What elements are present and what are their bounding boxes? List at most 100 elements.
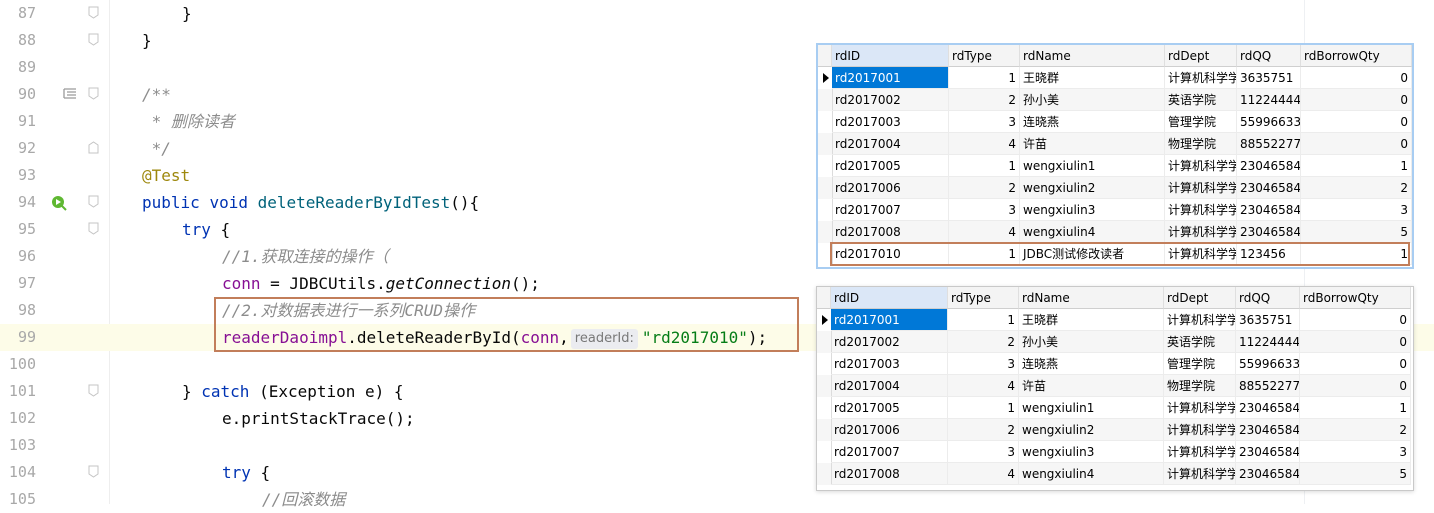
fold-marker-icon[interactable] — [88, 384, 99, 397]
table-cell[interactable]: 3 — [949, 199, 1020, 221]
table-cell[interactable]: 3 — [1301, 199, 1412, 221]
table-cell[interactable]: rd2017001 — [831, 309, 948, 331]
table-cell[interactable]: 230465843 — [1236, 463, 1300, 485]
row-indicator[interactable] — [818, 111, 833, 133]
column-header[interactable]: rdDept — [1165, 45, 1237, 67]
table-cell[interactable]: 0 — [1300, 375, 1411, 397]
table-cell[interactable]: 4 — [949, 221, 1020, 243]
table-cell[interactable]: 连晓燕 — [1019, 353, 1164, 375]
table-cell[interactable]: 管理学院 — [1164, 353, 1236, 375]
column-header[interactable]: rdDept — [1164, 287, 1236, 309]
table-cell[interactable]: rd2017006 — [832, 177, 949, 199]
fold-marker-icon[interactable] — [88, 222, 99, 235]
table-row[interactable]: rd2017003 3 连晓燕 管理学院 55996633 0 — [817, 353, 1411, 375]
table-row[interactable]: rd20170062wengxiulin2计算机科学学2304658432 — [818, 177, 1412, 199]
table-cell[interactable]: 许苗 — [1019, 375, 1164, 397]
table-cell[interactable]: 王晓群 — [1020, 67, 1165, 89]
table-cell[interactable]: 230465843 — [1237, 199, 1301, 221]
row-indicator[interactable] — [817, 419, 832, 441]
table-row[interactable]: rd20170084wengxiulin4计算机科学学2304658435 — [817, 463, 1411, 485]
table-row[interactable]: rd20170073wengxiulin3计算机科学学2304658433 — [818, 199, 1412, 221]
table-row[interactable]: rd20170051wengxiulin1计算机科学学2304658431 — [817, 397, 1411, 419]
table-cell[interactable]: wengxiulin1 — [1019, 397, 1164, 419]
run-test-icon[interactable] — [50, 194, 68, 212]
table-cell[interactable]: wengxiulin4 — [1019, 463, 1164, 485]
row-indicator[interactable] — [818, 199, 833, 221]
fold-marker-icon[interactable] — [88, 6, 99, 19]
table-cell[interactable]: 5 — [1300, 463, 1411, 485]
row-indicator[interactable] — [818, 155, 833, 177]
table-row[interactable]: rd2017001 1 王晓群 计算机科学学 3635751 0 — [818, 67, 1412, 89]
table-cell[interactable]: 230465843 — [1237, 155, 1301, 177]
table-row[interactable]: rd2017002 2 孙小美 英语学院 11224444 0 — [817, 331, 1411, 353]
table-cell[interactable]: 1 — [1301, 155, 1412, 177]
column-header[interactable]: rdBorrowQty — [1300, 287, 1411, 309]
table-cell[interactable]: 0 — [1300, 309, 1411, 331]
column-header[interactable]: rdName — [1019, 287, 1164, 309]
fold-marker-icon[interactable] — [88, 33, 99, 46]
table-cell[interactable]: 55996633 — [1236, 353, 1300, 375]
table-cell[interactable]: 11224444 — [1237, 89, 1301, 111]
row-indicator[interactable] — [817, 309, 832, 331]
table-cell[interactable]: 3635751 — [1237, 67, 1301, 89]
column-header[interactable]: rdQQ — [1236, 287, 1300, 309]
table-cell[interactable]: 2 — [948, 419, 1019, 441]
column-header[interactable]: rdType — [948, 287, 1019, 309]
table-row[interactable]: rd20170051wengxiulin1计算机科学学2304658431 — [818, 155, 1412, 177]
table-cell[interactable]: 2 — [1300, 419, 1411, 441]
table-cell[interactable]: rd2017003 — [832, 111, 949, 133]
table-cell[interactable]: 88552277 — [1237, 133, 1301, 155]
column-header[interactable]: rdBorrowQty — [1301, 45, 1412, 67]
table-cell[interactable]: 2 — [949, 177, 1020, 199]
table-cell[interactable]: 3 — [949, 111, 1020, 133]
table-cell[interactable]: rd2017004 — [832, 133, 949, 155]
table-cell[interactable]: 孙小美 — [1020, 89, 1165, 111]
table-cell[interactable]: 3 — [1300, 441, 1411, 463]
fold-marker-icon[interactable] — [88, 465, 99, 478]
table-cell[interactable]: wengxiulin3 — [1020, 199, 1165, 221]
table-cell[interactable]: 物理学院 — [1165, 133, 1237, 155]
table-cell[interactable]: rd2017005 — [832, 155, 949, 177]
table-cell[interactable]: 连晓燕 — [1020, 111, 1165, 133]
table-cell[interactable]: 1 — [949, 67, 1020, 89]
table-cell[interactable]: 计算机科学学 — [1165, 155, 1237, 177]
column-header[interactable]: rdQQ — [1237, 45, 1301, 67]
table-cell[interactable]: rd2017005 — [831, 397, 948, 419]
table-cell[interactable]: 3635751 — [1236, 309, 1300, 331]
row-indicator[interactable] — [817, 375, 832, 397]
row-indicator[interactable] — [817, 353, 832, 375]
table-cell[interactable]: 孙小美 — [1019, 331, 1164, 353]
table-cell[interactable]: rd2017008 — [832, 221, 949, 243]
table-cell[interactable]: wengxiulin2 — [1019, 419, 1164, 441]
table-cell[interactable]: 4 — [949, 133, 1020, 155]
row-indicator[interactable] — [817, 331, 832, 353]
table-cell[interactable]: 2 — [949, 89, 1020, 111]
table-row[interactable]: rd2017003 3 连晓燕 管理学院 55996633 0 — [818, 111, 1412, 133]
doc-comment-toggle-icon[interactable] — [62, 86, 78, 102]
table-cell[interactable]: 1 — [948, 397, 1019, 419]
table-row[interactable]: rd2017004 4 许苗 物理学院 88552277 0 — [817, 375, 1411, 397]
table-cell[interactable]: 4 — [948, 375, 1019, 397]
table-row[interactable]: rd20170062wengxiulin2计算机科学学2304658432 — [817, 419, 1411, 441]
row-indicator[interactable] — [817, 441, 832, 463]
table-cell[interactable]: rd2017002 — [831, 331, 948, 353]
table-cell[interactable]: wengxiulin4 — [1020, 221, 1165, 243]
row-indicator[interactable] — [818, 177, 833, 199]
table-cell[interactable]: 55996633 — [1237, 111, 1301, 133]
table-cell[interactable]: 5 — [1301, 221, 1412, 243]
table-cell[interactable]: wengxiulin1 — [1020, 155, 1165, 177]
table-cell[interactable]: 3 — [948, 441, 1019, 463]
row-indicator[interactable] — [818, 89, 833, 111]
table-cell[interactable]: rd2017004 — [831, 375, 948, 397]
row-indicator[interactable] — [818, 221, 833, 243]
table-cell[interactable]: 0 — [1301, 89, 1412, 111]
table-cell[interactable]: 0 — [1301, 111, 1412, 133]
column-header[interactable]: rdID — [831, 287, 948, 309]
fold-marker-icon[interactable] — [88, 141, 99, 154]
fold-marker-icon[interactable] — [88, 87, 99, 100]
table-cell[interactable]: rd2017007 — [831, 441, 948, 463]
table-cell[interactable]: 英语学院 — [1164, 331, 1236, 353]
table-cell[interactable]: 0 — [1301, 133, 1412, 155]
table-cell[interactable]: 计算机科学学 — [1164, 441, 1236, 463]
table-cell[interactable]: wengxiulin2 — [1020, 177, 1165, 199]
